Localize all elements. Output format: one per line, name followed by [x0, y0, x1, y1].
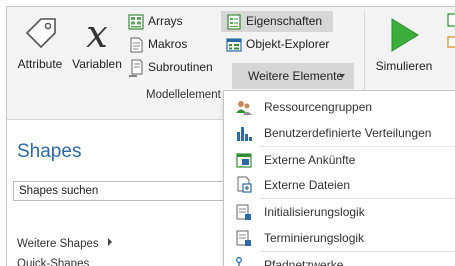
properties-icon	[225, 13, 243, 31]
weitere-shapes-link[interactable]: Weitere Shapes	[17, 238, 112, 250]
menu-label-benutzerdefinierte-verteilungen: Benutzerdefinierte Verteilungen	[264, 126, 432, 140]
termination-logic-icon	[235, 229, 253, 247]
menu-item-ressourcengruppen[interactable]: Ressourcengruppen	[224, 94, 455, 120]
weitere-elemente-dropdown: Ressourcengruppen Benutzerdefinierte Ver…	[223, 90, 455, 266]
object-explorer-icon	[225, 36, 243, 54]
menu-item-benutzerdefinierte-verteilungen[interactable]: Benutzerdefinierte Verteilungen	[224, 120, 455, 146]
chevron-down-icon	[339, 74, 345, 78]
group-label-modellelement: Modellelement	[146, 89, 221, 101]
makros-label: Makros	[148, 37, 188, 51]
weitere-elemente-label: Weitere Elemente	[248, 69, 344, 83]
weitere-elemente-button[interactable]: Weitere Elemente	[232, 63, 354, 89]
menu-label-pfadnetzwerke: Pfadnetzwerke	[264, 258, 344, 266]
arrays-button[interactable]: Arrays	[127, 11, 207, 32]
external-arrivals-icon	[235, 151, 253, 169]
shapes-pane: Shapes Shapes suchen Weitere Shapes Quic…	[7, 121, 237, 266]
external-files-icon	[235, 176, 253, 194]
menu-label-externe-dateien: Externe Dateien	[264, 178, 351, 192]
menu-item-terminierungslogik[interactable]: Terminierungslogik	[224, 225, 455, 251]
arrays-icon	[127, 13, 145, 31]
initialization-logic-icon	[235, 203, 253, 221]
path-networks-icon	[235, 256, 253, 266]
objekt-explorer-label: Objekt-Explorer	[246, 37, 330, 51]
menu-label-initialisierungslogik: Initialisierungslogik	[264, 205, 365, 219]
menu-item-externe-ankuenfte[interactable]: Externe Ankünfte	[224, 147, 455, 173]
menu-item-pfadnetzwerke[interactable]: Pfadnetzwerke	[224, 252, 455, 266]
simulieren-button[interactable]: Simulieren	[371, 11, 437, 81]
quick-shapes-label: Quick-Shapes	[17, 258, 90, 266]
variable-x-icon: x	[79, 11, 115, 56]
subroutines-icon	[127, 59, 145, 77]
variablen-label: Variablen	[72, 57, 122, 71]
toolbar-overflow-icon[interactable]	[447, 13, 455, 27]
attribute-button[interactable]: Attribute	[11, 11, 69, 81]
menu-label-ressourcengruppen: Ressourcengruppen	[264, 100, 373, 114]
arrays-label: Arrays	[148, 14, 183, 28]
resource-groups-icon	[235, 98, 253, 116]
eigenschaften-button[interactable]: Eigenschaften	[221, 11, 333, 32]
quick-shapes-link[interactable]: Quick-Shapes	[17, 258, 89, 266]
toolbar-overflow-icon-2[interactable]	[447, 35, 455, 49]
menu-label-terminierungslogik: Terminierungslogik	[264, 231, 365, 245]
simulieren-label: Simulieren	[375, 59, 433, 73]
macros-icon	[127, 36, 145, 54]
eigenschaften-label: Eigenschaften	[246, 14, 323, 28]
play-icon	[388, 17, 420, 53]
objekt-explorer-button[interactable]: Objekt-Explorer	[221, 34, 333, 55]
makros-button[interactable]: Makros	[127, 34, 207, 55]
shapes-title: Shapes	[17, 141, 82, 162]
menu-item-externe-dateien[interactable]: Externe Dateien	[224, 172, 455, 198]
custom-distributions-icon	[235, 124, 253, 142]
variablen-button[interactable]: x Variablen	[69, 11, 125, 81]
chevron-right-icon	[107, 238, 112, 246]
app-window: Attribute x Variablen Arrays Makros Subr…	[6, 6, 455, 266]
subroutinen-button[interactable]: Subroutinen	[127, 57, 223, 78]
shapes-search-input[interactable]: Shapes suchen	[13, 181, 237, 201]
menu-label-externe-ankuenfte: Externe Ankünfte	[264, 153, 356, 167]
menu-item-initialisierungslogik[interactable]: Initialisierungslogik	[224, 199, 455, 225]
weitere-shapes-label: Weitere Shapes	[17, 238, 99, 250]
subroutinen-label: Subroutinen	[148, 60, 213, 74]
svg-text:x: x	[86, 12, 107, 55]
tag-icon	[23, 15, 59, 51]
attribute-label: Attribute	[17, 57, 63, 71]
